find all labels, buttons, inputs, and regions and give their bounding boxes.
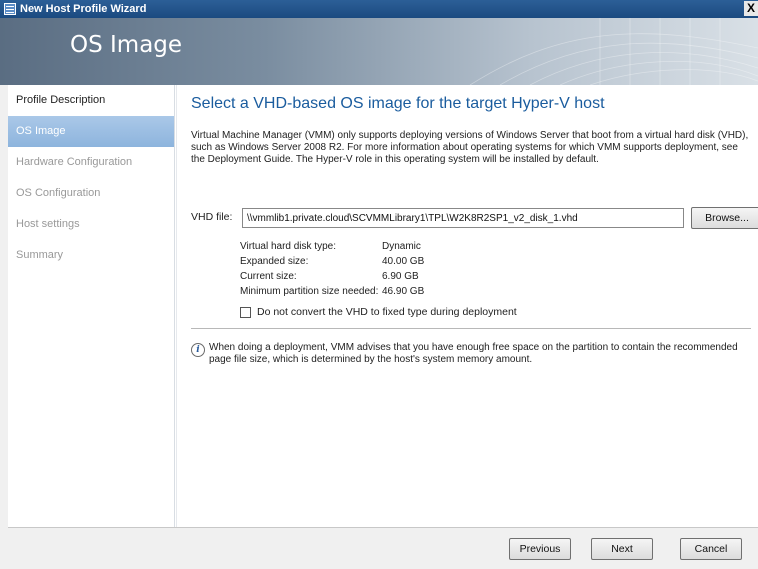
vhd-details: Virtual hard disk type: Dynamic Expanded… <box>240 239 424 299</box>
convert-vhd-option[interactable]: Do not convert the VHD to fixed type dur… <box>240 306 517 318</box>
info-note: i When doing a deployment, VMM advises t… <box>191 342 751 366</box>
do-not-convert-checkbox[interactable] <box>240 306 251 318</box>
sidebar-item-os-configuration[interactable]: OS Configuration <box>8 178 174 209</box>
detail-value: 6.90 GB <box>382 271 419 282</box>
section-divider <box>191 328 751 329</box>
window-title: New Host Profile Wizard <box>20 3 147 15</box>
detail-key: Virtual hard disk type: <box>240 241 336 252</box>
detail-key: Expanded size: <box>240 256 309 267</box>
detail-value: 40.00 GB <box>382 256 425 267</box>
detail-row-current-size: Current size: 6.90 GB <box>240 269 424 284</box>
wizard-main-panel: Select a VHD-based OS image for the targ… <box>176 85 758 527</box>
wizard-footer: Previous Next Cancel <box>8 527 758 569</box>
sidebar-item-hardware-configuration[interactable]: Hardware Configuration <box>8 147 174 178</box>
wizard-banner: OS Image <box>0 18 758 85</box>
info-icon: i <box>191 343 205 357</box>
previous-button[interactable]: Previous <box>509 538 571 560</box>
vhd-file-row: VHD file: Browse... <box>191 207 758 229</box>
close-window-button[interactable]: X <box>744 1 758 16</box>
detail-row-expanded-size: Expanded size: 40.00 GB <box>240 254 424 269</box>
detail-row-min-partition: Minimum partition size needed: 46.90 GB <box>240 284 424 299</box>
detail-value: Dynamic <box>382 241 421 252</box>
next-button[interactable]: Next <box>591 538 653 560</box>
detail-value: 46.90 GB <box>382 286 425 297</box>
detail-row-disk-type: Virtual hard disk type: Dynamic <box>240 239 424 254</box>
info-note-text: When doing a deployment, VMM advises tha… <box>209 342 738 365</box>
detail-key: Current size: <box>240 271 297 282</box>
vhd-file-input[interactable] <box>242 208 684 228</box>
sidebar-item-profile-description[interactable]: Profile Description <box>8 85 174 116</box>
page-heading: Select a VHD-based OS image for the targ… <box>191 95 605 112</box>
do-not-convert-label[interactable]: Do not convert the VHD to fixed type dur… <box>257 306 517 318</box>
wizard-sidebar: Profile Description OS Image Hardware Co… <box>8 85 175 527</box>
sidebar-item-os-image[interactable]: OS Image <box>8 116 174 147</box>
left-frame-strip <box>0 85 8 569</box>
page-description: Virtual Machine Manager (VMM) only suppo… <box>191 130 749 165</box>
detail-key: Minimum partition size needed: <box>240 286 379 297</box>
cancel-button[interactable]: Cancel <box>680 538 742 560</box>
sidebar-item-host-settings[interactable]: Host settings <box>8 209 174 240</box>
banner-title: OS Image <box>70 32 183 58</box>
sidebar-item-summary[interactable]: Summary <box>8 240 174 271</box>
browse-button[interactable]: Browse... <box>691 207 758 229</box>
window-titlebar: New Host Profile Wizard X <box>0 0 758 18</box>
vhd-file-label: VHD file: <box>191 211 233 223</box>
wizard-app-icon <box>4 3 16 15</box>
